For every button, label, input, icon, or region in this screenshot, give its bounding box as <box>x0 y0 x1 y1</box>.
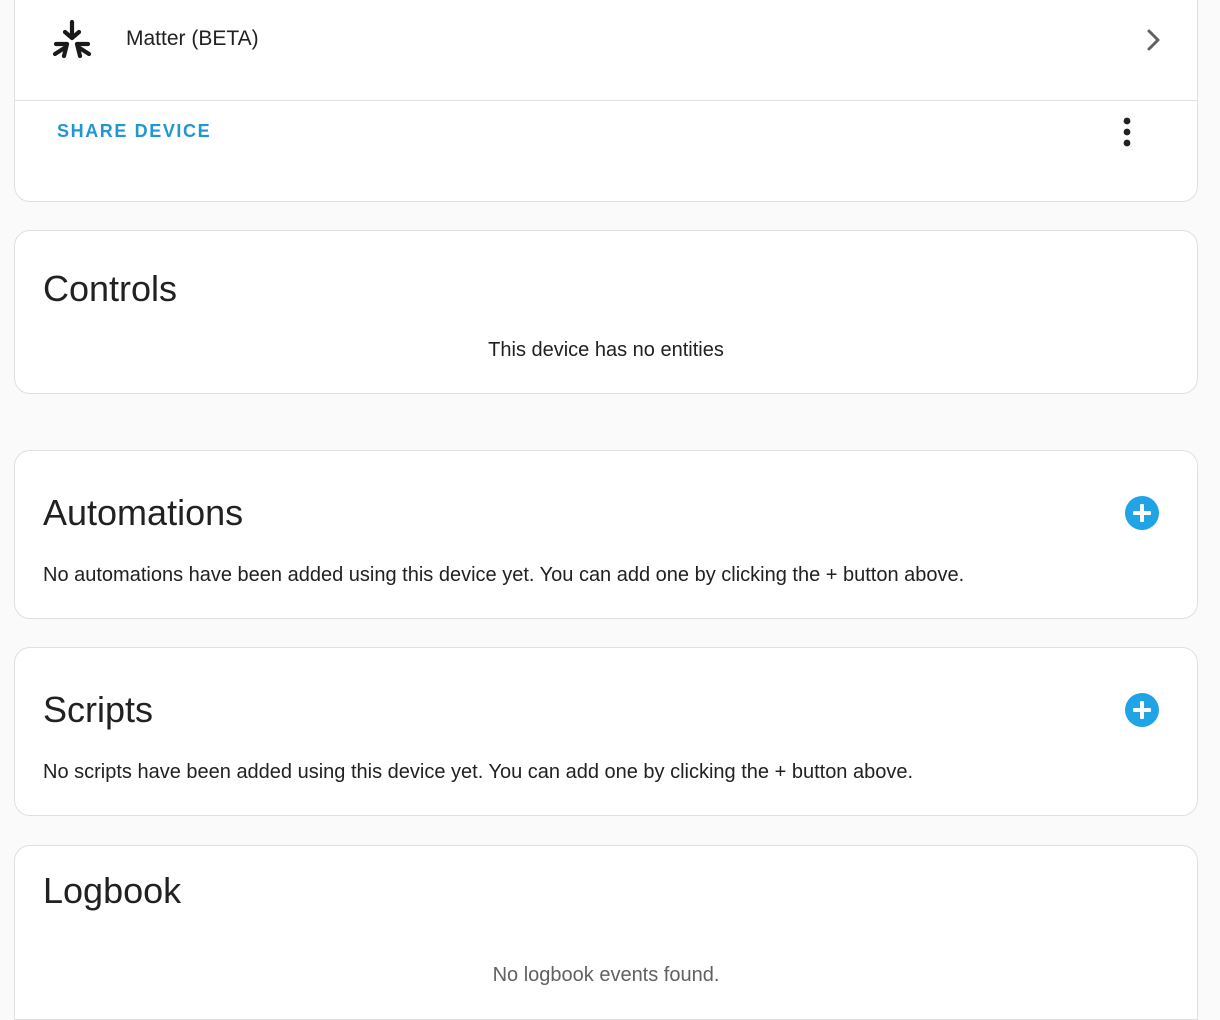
scripts-title: Scripts <box>43 689 154 730</box>
dots-vertical-icon[interactable] <box>1113 116 1141 150</box>
device-info-card: Matter (BETA) SHARE DEVICE <box>14 0 1198 202</box>
share-device-button[interactable]: SHARE DEVICE <box>57 121 211 142</box>
logbook-title: Logbook <box>43 870 182 911</box>
logbook-card: Logbook No logbook events found. <box>14 845 1198 1020</box>
controls-card: Controls This device has no entities <box>14 230 1198 394</box>
integration-row-matter[interactable]: Matter (BETA) <box>15 1 1197 101</box>
scripts-card: Scripts No scripts have been added using… <box>14 647 1198 816</box>
automations-title: Automations <box>43 492 244 533</box>
add-automation-button[interactable] <box>1125 496 1159 530</box>
scripts-empty-text: No scripts have been added using this de… <box>43 761 914 783</box>
chevron-right-icon <box>1147 29 1160 51</box>
controls-empty-text: This device has no entities <box>488 339 724 361</box>
integration-name: Matter (BETA) <box>126 27 259 50</box>
controls-title: Controls <box>43 268 178 309</box>
add-script-button[interactable] <box>1125 693 1159 727</box>
automations-empty-text: No automations have been added using thi… <box>43 564 965 586</box>
automations-card: Automations No automations have been add… <box>14 450 1198 619</box>
logbook-empty-text: No logbook events found. <box>492 964 720 986</box>
matter-logo-icon <box>52 19 92 59</box>
